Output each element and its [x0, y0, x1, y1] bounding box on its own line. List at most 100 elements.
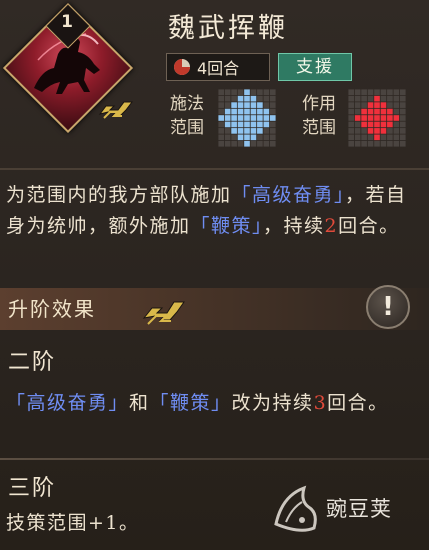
keyword-whip[interactable]: 「鞭策」 — [150, 392, 232, 414]
grid-cell — [387, 128, 393, 134]
grid-cell — [380, 140, 387, 147]
grid-cell — [361, 102, 367, 108]
grid-cell — [380, 89, 387, 96]
grid-cell-active — [237, 134, 244, 141]
grid-cell-active — [380, 102, 387, 108]
info-button[interactable]: ! — [366, 285, 410, 329]
desc-text-1: 为范围内的我方部队施加 — [6, 184, 232, 206]
grid-cell — [348, 121, 355, 128]
grid-cell — [218, 128, 225, 134]
grid-cell — [393, 128, 400, 134]
grid-cell — [399, 102, 406, 108]
grid-cell-active — [224, 121, 231, 128]
grid-cell-active — [257, 108, 263, 115]
grid-cell — [393, 134, 400, 141]
grid-cell-active — [387, 121, 393, 128]
grid-cell-active — [218, 115, 225, 121]
grid-cell — [263, 95, 270, 102]
keyword-advanced-valor[interactable]: 「高级奋勇」 — [6, 392, 129, 414]
grid-cell — [393, 102, 400, 108]
grid-cell — [393, 95, 400, 102]
grid-cell-active — [237, 128, 244, 134]
grid-cell-active — [250, 115, 257, 121]
grid-cell — [367, 140, 374, 147]
tier2-text-2: 改为持续 — [231, 392, 314, 414]
round-count-box: 4回合 — [166, 53, 270, 81]
grid-cell — [399, 95, 406, 102]
grid-cell — [399, 89, 406, 96]
grid-cell-active — [244, 140, 250, 147]
skill-detail-panel: 1 魏武挥鞭 4回合 支援 施法 范围 作用 范围 为范围内的我方部队施加「高级… — [0, 0, 429, 550]
grid-cell-active — [244, 89, 250, 96]
tier-divider — [0, 458, 429, 460]
grid-cell-active — [244, 134, 250, 141]
grid-cell — [354, 140, 361, 147]
grid-cell-active — [387, 108, 393, 115]
grid-cell — [399, 108, 406, 115]
tier2-title: 二阶 — [8, 350, 57, 375]
grid-cell — [218, 121, 225, 128]
round-timer-icon — [174, 59, 190, 75]
grid-cell-active — [237, 115, 244, 121]
cast-range-grid — [218, 89, 276, 147]
grid-cell — [361, 128, 367, 134]
grid-cell-active — [361, 108, 367, 115]
grid-cell — [269, 95, 276, 102]
effect-range-grid — [348, 89, 406, 147]
grid-cell-active — [231, 115, 237, 121]
grid-cell — [348, 134, 355, 141]
grid-cell — [354, 128, 361, 134]
grid-cell-active — [367, 121, 374, 128]
grid-cell — [257, 89, 263, 96]
grid-cell-active — [380, 121, 387, 128]
grid-cell-active — [263, 121, 270, 128]
grid-cell-active — [250, 102, 257, 108]
grid-cell — [231, 89, 237, 96]
grid-cell — [399, 121, 406, 128]
grid-cell-active — [231, 128, 237, 134]
grid-cell-active — [250, 108, 257, 115]
grid-cell — [387, 95, 393, 102]
grid-cell — [361, 95, 367, 102]
grid-cell-active — [367, 108, 374, 115]
desc-text-3: ，持续 — [263, 215, 325, 237]
grid-cell-active — [374, 102, 380, 108]
cast-range-label-line1: 施法 — [170, 94, 204, 114]
grid-cell-active — [263, 108, 270, 115]
grid-cell-active — [374, 128, 380, 134]
grid-cell-active — [393, 115, 400, 121]
grid-cell — [354, 95, 361, 102]
keyword-whip[interactable]: 「鞭策」 — [191, 215, 264, 237]
tier3-title: 三阶 — [8, 476, 57, 501]
grid-cell — [374, 140, 380, 147]
grid-cell — [380, 95, 387, 102]
cast-range-label-line2: 范围 — [170, 118, 204, 138]
skill-title: 魏武挥鞭 — [168, 13, 288, 44]
grid-cell — [263, 128, 270, 134]
grid-cell-active — [257, 115, 263, 121]
grid-cell — [224, 95, 231, 102]
grid-cell — [250, 89, 257, 96]
keyword-advanced-valor[interactable]: 「高级奋勇」 — [232, 184, 346, 206]
grid-cell — [354, 108, 361, 115]
grid-cell — [263, 134, 270, 141]
grid-cell-active — [231, 121, 237, 128]
tier2-duration-number: 3 — [313, 392, 328, 414]
grid-cell — [231, 134, 237, 141]
grid-cell-active — [237, 108, 244, 115]
grid-cell-active — [237, 102, 244, 108]
desc-text-4: 回合。 — [338, 215, 400, 237]
grid-cell — [374, 89, 380, 96]
grid-cell — [224, 102, 231, 108]
grid-cell — [348, 95, 355, 102]
grid-cell — [218, 108, 225, 115]
grid-cell — [348, 140, 355, 147]
grid-cell — [257, 95, 263, 102]
grid-cell — [269, 140, 276, 147]
grid-cell — [399, 140, 406, 147]
tier2-description: 「高级奋勇」和「鞭策」改为持续3回合。 — [6, 388, 424, 419]
grid-cell — [354, 121, 361, 128]
cast-range-label: 施法 范围 — [170, 92, 210, 140]
grid-cell — [263, 89, 270, 96]
grid-cell — [257, 134, 263, 141]
